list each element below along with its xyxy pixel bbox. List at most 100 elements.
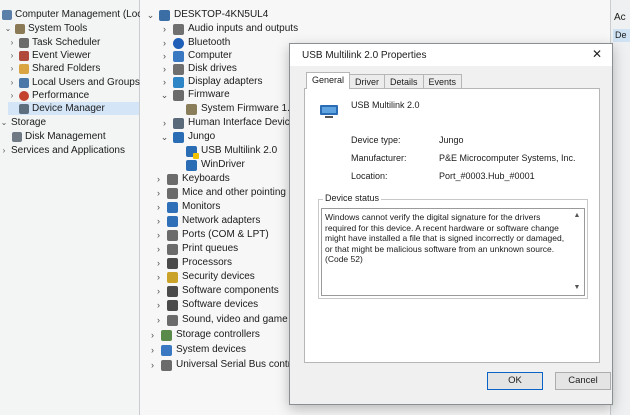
tab-driver[interactable]: Driver xyxy=(349,74,386,89)
speaker-icon xyxy=(173,23,184,35)
tree-item-shared-folders[interactable]: › Shared Folders xyxy=(8,62,101,75)
chevron-right-icon[interactable]: › xyxy=(160,75,169,89)
tab-general[interactable]: General xyxy=(306,72,351,89)
usb-device-warning-icon xyxy=(186,145,199,159)
device-category-software-devices[interactable]: › Software devices xyxy=(154,298,258,312)
chevron-right-icon[interactable]: › xyxy=(154,284,163,298)
device-category-firmware[interactable]: ⌄ Firmware xyxy=(160,88,230,102)
performance-icon xyxy=(19,90,29,101)
device-label: Print queues xyxy=(182,243,239,254)
device-tree-root[interactable]: ⌄ DESKTOP-4KN5UL4 xyxy=(146,8,268,22)
monitor-icon xyxy=(167,201,178,213)
device-category-hid[interactable]: › Human Interface Devices xyxy=(160,116,300,130)
tree-item-performance[interactable]: › Performance xyxy=(8,89,90,102)
device-category-network-adapters[interactable]: › Network adapters xyxy=(154,214,260,228)
close-icon[interactable]: ✕ xyxy=(590,47,604,61)
device-label: USB Multilink 2.0 xyxy=(201,145,278,156)
device-category-ports[interactable]: › Ports (COM & LPT) xyxy=(154,228,269,242)
chevron-right-icon[interactable]: › xyxy=(148,328,157,342)
device-label: Processors xyxy=(182,257,233,268)
device-label: Bluetooth xyxy=(188,37,231,48)
chevron-down-icon[interactable]: ⌄ xyxy=(160,130,169,144)
folder-icon xyxy=(19,63,29,74)
chevron-right-icon[interactable]: › xyxy=(160,36,169,50)
device-category-storage-controllers[interactable]: › Storage controllers xyxy=(148,328,260,342)
tree-item-system-tools[interactable]: ⌄ System Tools xyxy=(4,22,88,35)
chevron-right-icon[interactable]: › xyxy=(160,62,169,76)
tree-item-disk-management[interactable]: Disk Management xyxy=(12,130,106,143)
chevron-right-icon[interactable]: › xyxy=(154,242,163,256)
chevron-right-icon[interactable]: › xyxy=(154,172,163,186)
tree-item-services-applications[interactable]: › Services and Applications xyxy=(0,144,125,157)
device-category-mice[interactable]: › Mice and other pointing d xyxy=(154,186,294,200)
device-category-system-devices[interactable]: › System devices xyxy=(148,343,246,357)
tree-item-device-manager[interactable]: Device Manager xyxy=(8,102,139,115)
computer-icon xyxy=(159,9,170,21)
actions-pane: Ac De xyxy=(610,0,630,415)
chevron-right-icon[interactable]: › xyxy=(154,298,163,312)
chevron-down-icon[interactable]: ⌄ xyxy=(4,22,12,35)
chevron-down-icon[interactable]: ⌄ xyxy=(160,88,169,102)
monitor-icon xyxy=(173,50,184,62)
location-label: Location: xyxy=(351,171,388,181)
chevron-down-icon[interactable]: ⌄ xyxy=(146,8,155,22)
device-status-text: Windows cannot verify the digital signat… xyxy=(325,212,565,264)
device-category-software-components[interactable]: › Software components xyxy=(154,284,279,298)
chevron-right-icon[interactable]: › xyxy=(160,116,169,130)
chevron-right-icon[interactable]: › xyxy=(8,49,16,62)
device-status-textbox[interactable]: Windows cannot verify the digital signat… xyxy=(321,208,585,296)
device-category-display-adapters[interactable]: › Display adapters xyxy=(160,75,262,89)
ok-button[interactable]: OK xyxy=(487,372,543,390)
tree-item-storage[interactable]: ⌄ Storage xyxy=(0,116,46,129)
usb-controller-icon xyxy=(161,359,172,371)
actions-device-manager-item[interactable]: De xyxy=(613,29,630,42)
system-devices-icon xyxy=(161,344,172,356)
tree-item-event-viewer[interactable]: › Event Viewer xyxy=(8,49,91,62)
chevron-right-icon[interactable]: › xyxy=(8,36,16,49)
device-usb-multilink[interactable]: USB Multilink 2.0 xyxy=(186,144,278,159)
chevron-right-icon[interactable]: › xyxy=(8,89,16,102)
chevron-right-icon[interactable]: › xyxy=(8,76,16,89)
device-category-disk-drives[interactable]: › Disk drives xyxy=(160,62,237,76)
device-category-computer[interactable]: › Computer xyxy=(160,49,232,63)
tree-item-task-scheduler[interactable]: › Task Scheduler xyxy=(8,36,101,49)
device-category-bluetooth[interactable]: › Bluetooth xyxy=(160,36,230,50)
tab-events[interactable]: Events xyxy=(422,74,463,89)
chevron-right-icon[interactable]: › xyxy=(154,228,163,242)
chevron-right-icon[interactable]: › xyxy=(154,186,163,200)
device-category-keyboards[interactable]: › Keyboards xyxy=(154,172,230,186)
device-category-print-queues[interactable]: › Print queues xyxy=(154,242,238,256)
device-category-audio[interactable]: › Audio inputs and outputs xyxy=(160,22,298,36)
device-system-firmware[interactable]: System Firmware 1.29 xyxy=(186,102,301,116)
manufacturer-value: P&E Microcomputer Systems, Inc. xyxy=(439,153,576,163)
chevron-right-icon[interactable]: › xyxy=(8,62,16,75)
tree-item-label: Task Scheduler xyxy=(32,37,101,48)
chevron-right-icon[interactable]: › xyxy=(154,200,163,214)
device-category-monitors[interactable]: › Monitors xyxy=(154,200,220,214)
chevron-right-icon[interactable]: › xyxy=(148,358,157,372)
device-category-sound-video[interactable]: › Sound, video and game c xyxy=(154,313,295,327)
device-category-usb-controllers[interactable]: › Universal Serial Bus contr xyxy=(148,358,291,372)
cancel-button[interactable]: Cancel xyxy=(555,372,611,390)
chevron-right-icon[interactable]: › xyxy=(0,144,8,157)
device-category-security-devices[interactable]: › Security devices xyxy=(154,270,255,284)
chevron-right-icon[interactable]: › xyxy=(154,256,163,270)
scroll-up-icon[interactable]: ▲ xyxy=(572,211,582,221)
chevron-down-icon[interactable]: ⌄ xyxy=(0,116,8,129)
chevron-right-icon[interactable]: › xyxy=(154,214,163,228)
chevron-right-icon[interactable]: › xyxy=(154,270,163,284)
software-device-icon xyxy=(167,299,178,311)
tree-item-local-users[interactable]: › Local Users and Groups xyxy=(8,76,140,89)
chevron-right-icon[interactable]: › xyxy=(154,313,163,327)
scroll-down-icon[interactable]: ▼ xyxy=(572,283,582,293)
device-windriver[interactable]: WinDriver xyxy=(186,158,245,172)
device-label: Universal Serial Bus contr xyxy=(176,359,292,370)
chevron-right-icon[interactable]: › xyxy=(160,22,169,36)
tree-item-computer-management[interactable]: Computer Management (Local xyxy=(2,8,150,21)
device-category-jungo[interactable]: ⌄ Jungo xyxy=(160,130,215,144)
chevron-right-icon[interactable]: › xyxy=(160,49,169,63)
tab-details[interactable]: Details xyxy=(384,74,424,89)
chevron-right-icon[interactable]: › xyxy=(148,343,157,357)
device-category-processors[interactable]: › Processors xyxy=(154,256,232,270)
dialog-titlebar[interactable]: USB Multilink 2.0 Properties ✕ xyxy=(290,44,612,66)
